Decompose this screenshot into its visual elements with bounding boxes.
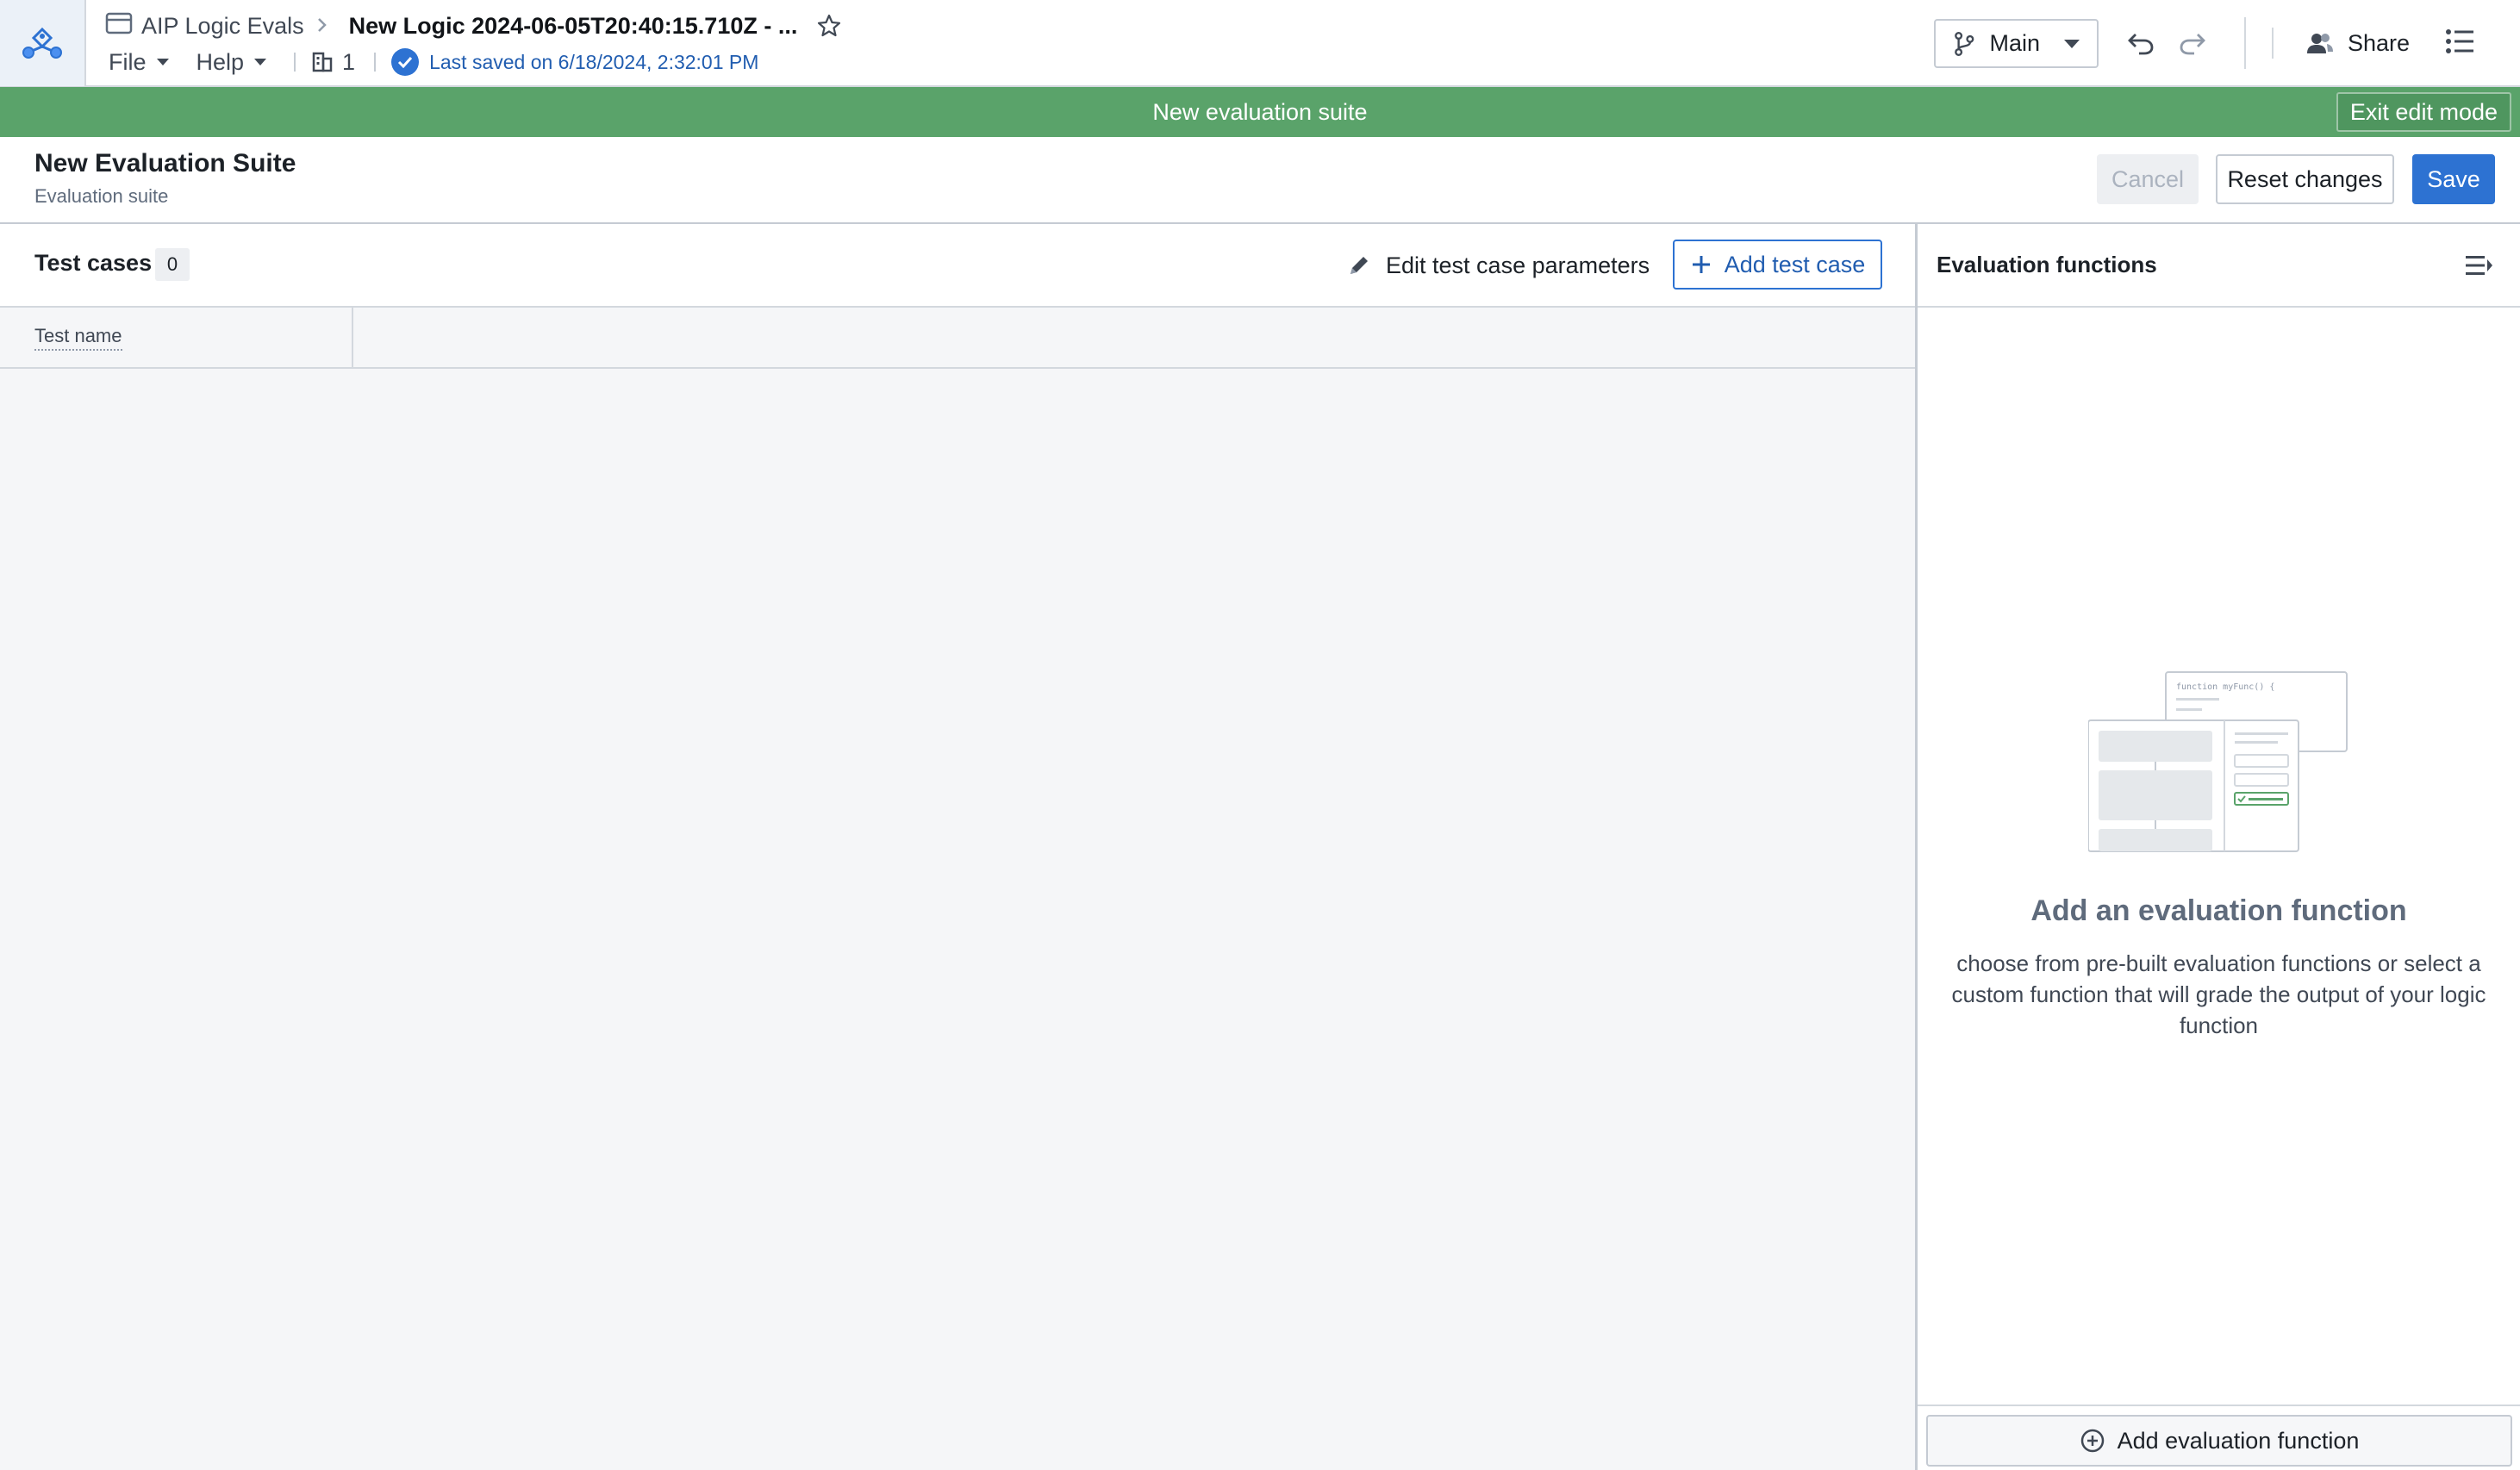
share-label: Share [2348, 29, 2411, 56]
banner-text: New evaluation suite [1152, 98, 1368, 125]
add-test-case-button[interactable]: Add test case [1673, 240, 1882, 290]
suite-subtitle: Evaluation suite [34, 185, 169, 207]
test-cases-table-header: Test name [0, 308, 1915, 369]
office-building-icon [312, 52, 333, 72]
suite-title[interactable]: New Evaluation Suite [34, 149, 296, 178]
branch-label: Main [1989, 30, 2040, 56]
caret-down-icon [2064, 39, 2080, 48]
git-branch-icon [1955, 31, 1974, 56]
edit-test-case-parameters-button[interactable]: Edit test case parameters [1346, 246, 1650, 284]
help-menu-label: Help [196, 48, 245, 75]
divider [2272, 28, 2274, 59]
builds-count: 1 [342, 48, 356, 75]
file-menu-label: File [109, 48, 147, 75]
save-button[interactable]: Save [2412, 154, 2495, 204]
illustration-code-text: function myFunc() { [2176, 682, 2274, 692]
plus-icon [1692, 256, 1710, 273]
add-circle-icon [2080, 1429, 2104, 1453]
cancel-button[interactable]: Cancel [2097, 154, 2199, 204]
share-button[interactable]: Share [2306, 24, 2410, 62]
add-evaluation-function-label: Add evaluation function [2117, 1427, 2360, 1454]
column-header-label: Test name [34, 325, 122, 351]
add-test-case-label: Add test case [1724, 251, 1866, 277]
tick-circle-icon [391, 48, 420, 76]
menu-bar: File Help 1 Last saved on 6/18/2024, 2:3… [109, 47, 758, 78]
test-cases-toolbar: Test cases 0 Edit test case parameters A… [0, 224, 1915, 308]
reset-changes-button[interactable]: Reset changes [2216, 154, 2394, 204]
people-icon [2307, 34, 2333, 53]
column-header-test-name[interactable]: Test name [0, 308, 353, 367]
evaluation-functions-header: Evaluation functions [1918, 224, 2520, 308]
divider [374, 53, 377, 72]
suite-header: New Evaluation Suite Evaluation suite Ca… [0, 137, 2520, 224]
caret-down-icon [156, 59, 169, 65]
aip-logic-logo-icon[interactable] [0, 0, 86, 86]
test-cases-count-badge: 0 [155, 248, 190, 281]
folder-icon [105, 11, 133, 41]
edit-test-case-parameters-label: Edit test case parameters [1386, 252, 1650, 278]
evaluation-functions-title: Evaluation functions [1937, 252, 2157, 277]
file-menu[interactable]: File [109, 49, 169, 76]
breadcrumb: AIP Logic Evals New Logic 2024-06-05T20:… [105, 10, 842, 41]
chevron-right-icon [316, 13, 328, 40]
builds-indicator[interactable]: 1 [311, 49, 355, 76]
redo-icon[interactable] [2177, 28, 2208, 63]
exit-edit-mode-button[interactable]: Exit edit mode [2336, 92, 2511, 132]
save-status: Last saved on 6/18/2024, 2:32:01 PM [391, 48, 758, 76]
test-cases-title: Test cases [34, 250, 153, 276]
undo-icon[interactable] [2125, 28, 2156, 63]
edit-icon [1350, 257, 1368, 274]
help-menu[interactable]: Help [196, 49, 267, 76]
divider [294, 53, 296, 72]
properties-list-icon[interactable] [2444, 26, 2475, 61]
edit-mode-banner: New evaluation suite Exit edit mode [0, 87, 2520, 137]
branch-selector[interactable]: Main [1934, 19, 2099, 68]
save-status-text: Last saved on 6/18/2024, 2:32:01 PM [429, 50, 759, 73]
evaluation-functions-panel: Evaluation functions function myFunc() { [1915, 224, 2520, 1470]
evaluation-functions-footer: Add evaluation function [1918, 1405, 2520, 1470]
empty-state-title: Add an evaluation function [2030, 894, 2407, 927]
test-cases-panel: Test cases 0 Edit test case parameters A… [0, 224, 1915, 1470]
breadcrumb-parent-link[interactable]: AIP Logic Evals [141, 13, 304, 40]
star-icon[interactable] [816, 13, 842, 39]
divider [2244, 17, 2246, 69]
empty-state-description: choose from pre-built evaluation functio… [1951, 950, 2486, 1038]
evaluation-function-illustration-icon: function myFunc() { [2087, 670, 2355, 864]
caret-down-icon [254, 59, 267, 65]
add-evaluation-function-button[interactable]: Add evaluation function [1926, 1415, 2512, 1467]
resource-title[interactable]: New Logic 2024-06-05T20:40:15.710Z - ... [349, 13, 798, 40]
collapse-panel-icon[interactable] [2464, 252, 2495, 283]
top-header: AIP Logic Evals New Logic 2024-06-05T20:… [0, 0, 2520, 87]
